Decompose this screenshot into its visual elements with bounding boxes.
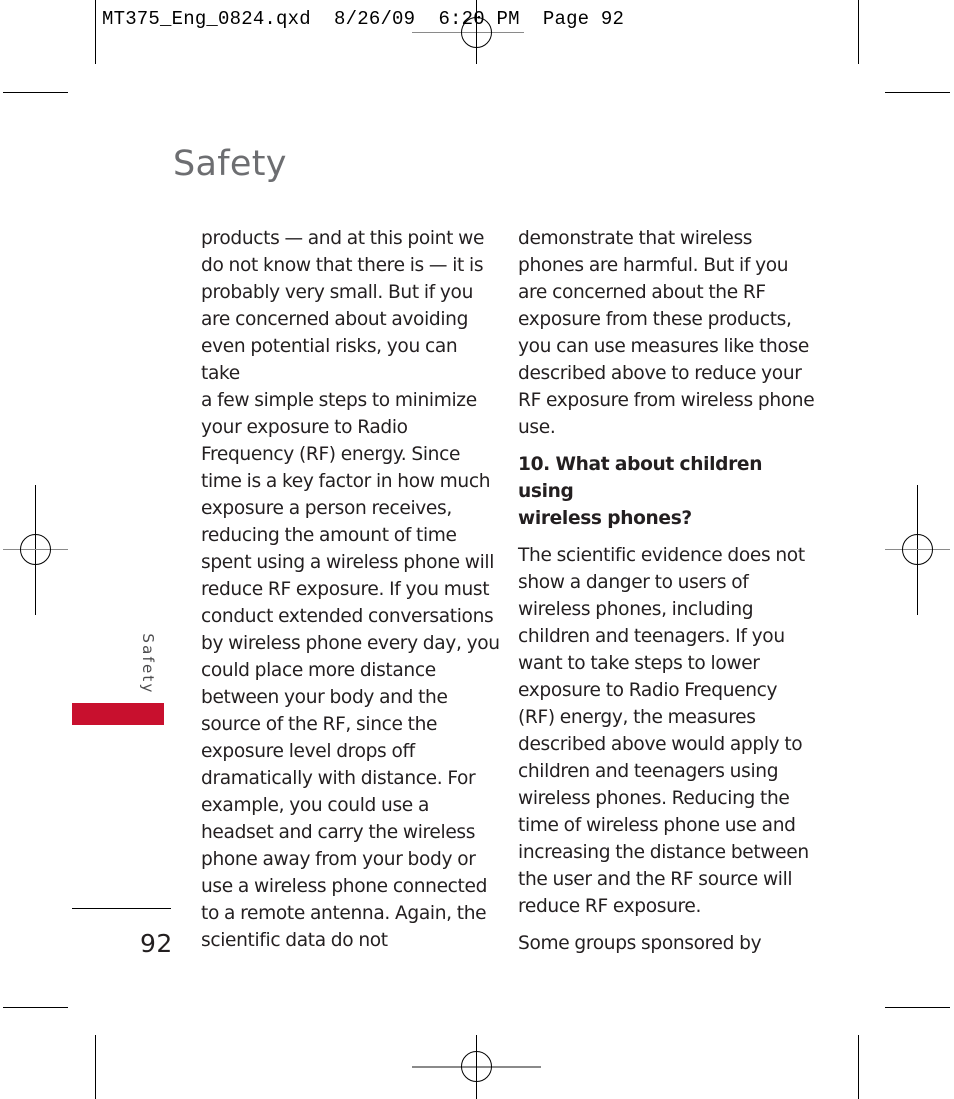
body-paragraph: demonstrate that wireless phones are har… (518, 228, 815, 438)
crop-mark-top-right-horizontal (885, 92, 950, 93)
side-tab-label: Safety (139, 633, 157, 695)
section-title: Safety (173, 144, 287, 184)
crop-mark-bottom-left-horizontal (3, 1007, 68, 1008)
crop-mark-bottom-right-vertical (858, 1035, 859, 1099)
registration-circle (20, 534, 51, 565)
footer-rule (72, 908, 171, 909)
body-paragraph: Some groups sponsored by (518, 933, 762, 954)
registration-circle (461, 1051, 492, 1082)
body-paragraph: products — and at this point we do not k… (201, 228, 500, 951)
body-paragraph: The scientific evidence does not show a … (518, 545, 809, 917)
crop-mark-bottom-right-horizontal (885, 1007, 950, 1008)
crop-mark-top-left-vertical (95, 0, 96, 64)
print-slug: MT375_Eng_0824.qxd 8/26/09 6:20 PM Page … (102, 8, 625, 30)
right-column: demonstrate that wireless phones are har… (518, 225, 818, 957)
crop-mark-top-left-horizontal (3, 92, 68, 93)
crop-mark-bottom-left-vertical (95, 1035, 96, 1099)
question-heading: 10. What about children using wireless p… (518, 454, 763, 529)
left-column: products — and at this point we do not k… (201, 225, 501, 954)
side-tab-accent-bar (72, 703, 164, 725)
crop-mark-top-right-vertical (858, 0, 859, 64)
registration-circle (902, 534, 933, 565)
page-number: 92 (140, 929, 173, 958)
